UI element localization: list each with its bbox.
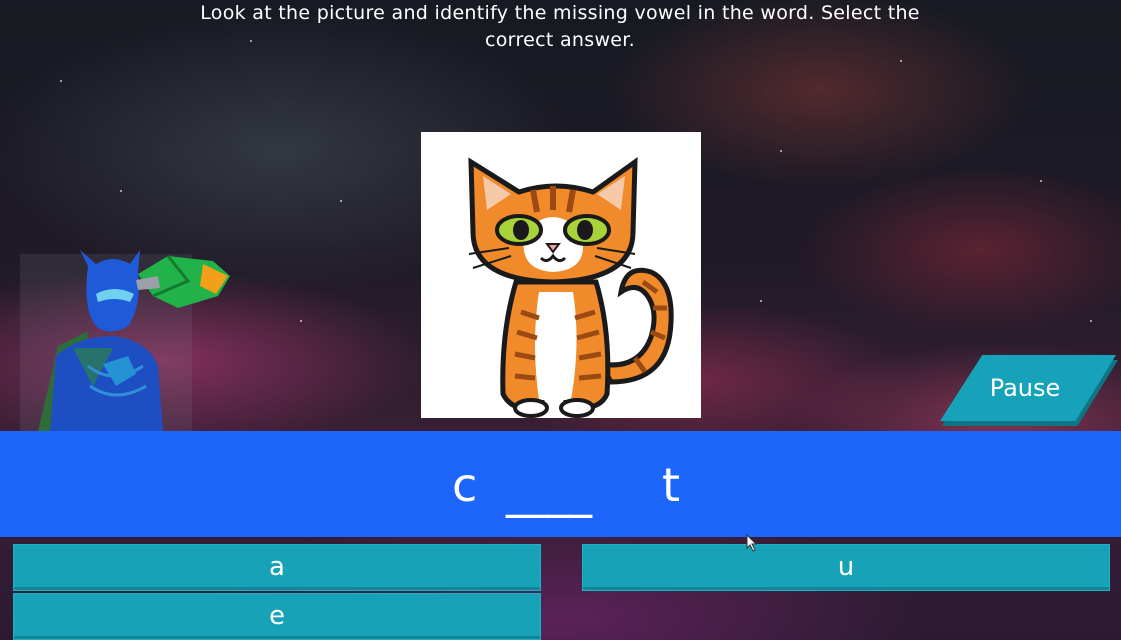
cat-picture-icon — [468, 157, 674, 418]
hero-character — [18, 236, 238, 432]
star — [340, 200, 342, 202]
star — [900, 60, 902, 62]
star — [300, 320, 302, 322]
star — [120, 190, 122, 192]
star — [1040, 180, 1042, 182]
answer-button-u[interactable]: u — [583, 545, 1109, 590]
answer-button-e[interactable]: e — [14, 594, 540, 639]
answer-button-a[interactable]: a — [14, 545, 540, 590]
instruction-text: Look at the picture and identify the mis… — [180, 0, 940, 54]
mouse-cursor-icon — [746, 533, 758, 556]
game-stage: Look at the picture and identify the mis… — [0, 0, 1121, 640]
instruction-line-1: Look at the picture and identify the mis… — [200, 2, 920, 24]
pause-button[interactable]: Pause — [940, 355, 1118, 426]
word-first-letter: c — [452, 458, 478, 512]
instruction-line-2: correct answer. — [485, 29, 635, 51]
hero-icon — [38, 250, 230, 432]
star — [760, 300, 762, 302]
star — [60, 80, 62, 82]
word-picture — [421, 132, 701, 418]
star — [780, 150, 782, 152]
word-last-letter: t — [662, 458, 681, 512]
word-blank: ____ — [506, 464, 592, 518]
pause-label: Pause — [989, 374, 1061, 402]
star — [1090, 320, 1092, 322]
